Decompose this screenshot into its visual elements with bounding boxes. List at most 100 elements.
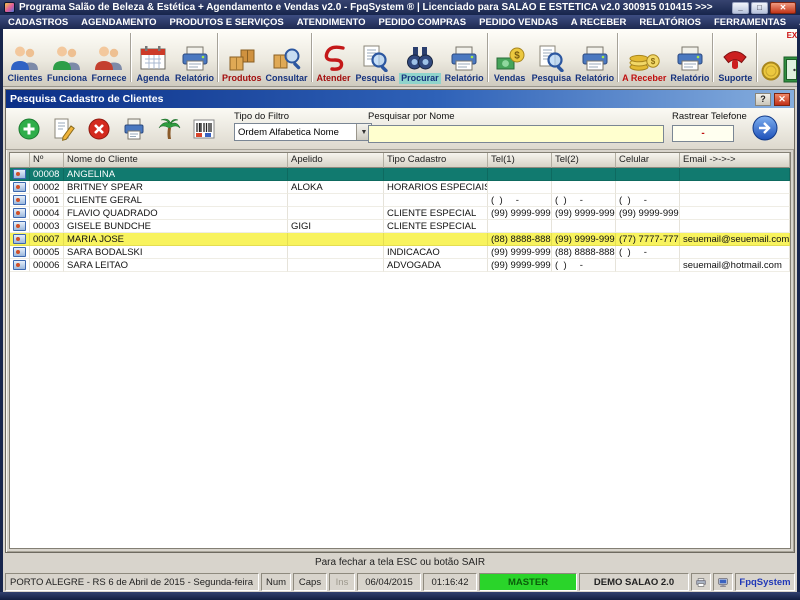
menu-item-a-receber[interactable]: A RECEBER (571, 17, 627, 28)
suppliers-button[interactable]: Fornece (89, 30, 129, 85)
toolbar-button-label: Clientes (7, 73, 43, 83)
app-icon (4, 2, 15, 13)
employees-button[interactable]: Funciona (45, 30, 89, 85)
client-id: 00003 (30, 220, 64, 233)
print-button[interactable] (121, 116, 147, 142)
toolbar-button-label: Vendas (493, 73, 526, 83)
table-row[interactable]: 00004 FLAVIO QUADRADO CLIENTE ESPECIAL (99)… (10, 207, 790, 220)
search-name-input[interactable] (368, 124, 664, 143)
client-nickname: ALOKA (288, 181, 384, 194)
computer-status (713, 573, 733, 591)
export-button[interactable] (156, 116, 182, 142)
toolbar-button-label: Relatório (575, 73, 615, 83)
table-row[interactable]: 00001 CLIENTE GERAL( ) -( ) -( ) - (10, 194, 790, 207)
client-id: 00004 (30, 207, 64, 220)
attend-report-button[interactable]: Relatório (443, 30, 486, 85)
table-row[interactable]: 00005 SARA BODALSKI INDICACAO (99) 9999-999… (10, 246, 790, 259)
column-header-apelido[interactable]: Apelido (288, 153, 384, 168)
support-icon (720, 42, 750, 73)
close-button[interactable]: ✕ (770, 1, 796, 14)
toolbar-button-label: Consultar (265, 73, 308, 83)
dialog-close-button[interactable]: ✕ (774, 92, 790, 106)
client-email: seuemail@seuemail.com.br (680, 233, 790, 246)
table-row[interactable]: 00003 GISELE BUNDCHE GIGI CLIENTE ESPECIAL (10, 220, 790, 233)
sales-icon: $ (495, 42, 525, 73)
agenda-button[interactable]: Agenda (133, 30, 173, 85)
products-button[interactable]: Produtos (220, 30, 264, 85)
menu-item-cadastros[interactable]: CADASTROS (8, 17, 68, 28)
clients-button[interactable]: Clientes (5, 30, 45, 85)
maximize-button[interactable]: □ (751, 1, 768, 14)
table-row[interactable]: 00006 SARA LEITAO ADVOGADA (99) 9999-9999( … (10, 259, 790, 272)
toolbar-group: Suporte (715, 30, 755, 85)
client-email (680, 220, 790, 233)
add-client-button[interactable] (16, 116, 42, 142)
receivables-report-button[interactable]: Relatório (668, 30, 711, 85)
menu-item-agendamento[interactable]: AGENDAMENTO (81, 17, 156, 28)
client-tel1 (488, 220, 552, 233)
column-header-tel-1[interactable]: Tel(1) (488, 153, 552, 168)
menu-item-ferramentas[interactable]: FERRAMENTAS (714, 17, 786, 28)
record-icon (13, 195, 26, 205)
client-email: seuemail@hotmail.com (680, 259, 790, 272)
column-header-celular[interactable]: Celular (616, 153, 680, 168)
attend-find-button[interactable]: Procurar (397, 30, 443, 85)
support-button[interactable]: Suporte (715, 30, 755, 85)
report-icon (580, 42, 610, 73)
filter-bar: Tipo do Filtro Ordem Alfabetica Nome ▼ P… (6, 108, 794, 150)
phone-trace-input[interactable] (672, 125, 734, 142)
sales-search-button[interactable]: Pesquisa (530, 30, 574, 85)
attend-search-button[interactable]: Pesquisa (354, 30, 398, 85)
toolbar-button-label: Procurar (399, 73, 441, 84)
attend-button[interactable]: Atender (314, 30, 354, 85)
toolbar-separator (310, 33, 313, 82)
svg-text:$: $ (514, 50, 520, 61)
client-name: MARIA JOSE (64, 233, 288, 246)
receivables-button[interactable]: $ A Receber (620, 30, 668, 85)
search-icon (536, 42, 566, 73)
clients-table: Nº Nome do Cliente Apelido Tipo Cadastro Tel… (9, 152, 791, 549)
menu-item-pedido-compras[interactable]: PEDIDO COMPRAS (379, 17, 467, 28)
dialog-title: Pesquisa Cadastro de Clientes (10, 93, 164, 105)
column-header-email[interactable]: Email ->->-> (680, 153, 790, 168)
client-mobile: ( ) - (616, 246, 680, 259)
dialog-help-button[interactable]: ? (755, 92, 771, 106)
menu-item-relat-rios[interactable]: RELATÓRIOS (639, 17, 701, 28)
license-panel: DEMO SALAO 2.0 (579, 573, 689, 591)
toolbar-button-label: Relatório (175, 73, 215, 83)
edit-client-button[interactable] (51, 116, 77, 142)
title-bar[interactable]: Programa Salão de Beleza & Estética + Ag… (0, 0, 800, 15)
record-icon (13, 234, 26, 244)
window-bottom-border (0, 592, 800, 600)
dialog-title-bar[interactable]: Pesquisa Cadastro de Clientes ? ✕ (6, 90, 794, 108)
main-toolbar: Clientes Funciona Fornece Agenda Relatório Pr… (3, 29, 797, 87)
table-row[interactable]: 00007 MARIA JOSE (88) 8888-8888 (99) 9999-9… (10, 233, 790, 246)
sales-report-button[interactable]: Relatório (573, 30, 616, 85)
table-row[interactable]: 00008 ANGELINA (10, 168, 790, 181)
sales-button[interactable]: $ Vendas (490, 30, 530, 85)
column-header-tipo-cadastro[interactable]: Tipo Cadastro (384, 153, 488, 168)
column-header-nome-do-cliente[interactable]: Nome do Cliente (64, 153, 288, 168)
client-id: 00001 (30, 194, 64, 207)
column-header-tel-2[interactable]: Tel(2) (552, 153, 616, 168)
menu-item-pedido-vendas[interactable]: PEDIDO VENDAS (479, 17, 558, 28)
client-id: 00002 (30, 181, 64, 194)
exit-button[interactable]: EXIT (759, 30, 797, 85)
filter-type-select[interactable]: Ordem Alfabetica Nome ▼ (234, 123, 372, 141)
search-go-button[interactable] (752, 115, 778, 141)
minimize-button[interactable]: _ (732, 1, 749, 14)
menu-item-produtos-e-servi-os[interactable]: PRODUTOS E SERVIÇOS (169, 17, 283, 28)
products-search-button[interactable]: Consultar (264, 30, 310, 85)
client-type: INDICACAO (384, 246, 488, 259)
agenda-report-button[interactable]: Relatório (173, 30, 216, 85)
client-type (384, 168, 488, 181)
barcode-button[interactable] (191, 116, 217, 142)
client-nickname (288, 259, 384, 272)
client-name: ANGELINA (64, 168, 288, 181)
client-email (680, 194, 790, 207)
table-row[interactable]: 00002 BRITNEY SPEAR ALOKA HORARIOS ESPECIAI… (10, 181, 790, 194)
delete-client-button[interactable] (86, 116, 112, 142)
menu-item-atendimento[interactable]: ATENDIMENTO (297, 17, 366, 28)
client-tel1: (99) 9999-9999 (488, 259, 552, 272)
column-header-n[interactable]: Nº (30, 153, 64, 168)
